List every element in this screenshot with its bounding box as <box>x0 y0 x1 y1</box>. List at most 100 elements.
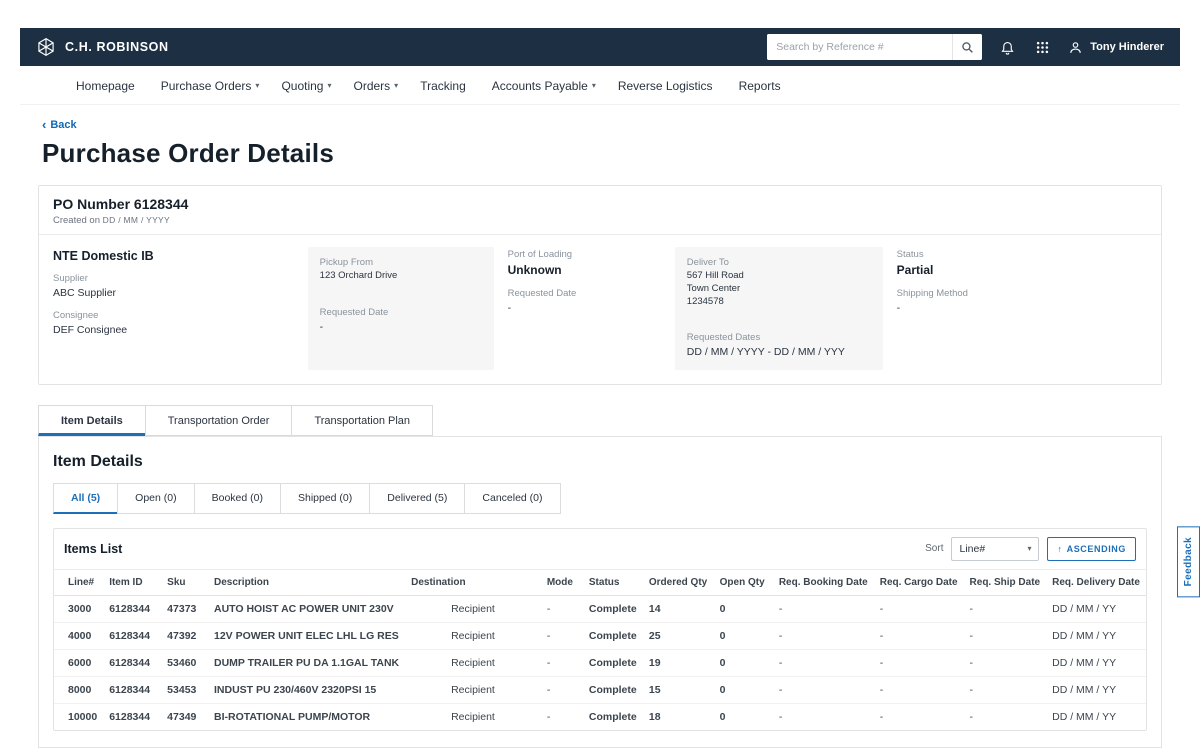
cell-line: 6000 <box>54 649 103 676</box>
cell-mode: - <box>541 622 583 649</box>
cell-req-booking-date: - <box>773 676 874 703</box>
cell-ordered-qty: 14 <box>643 595 714 622</box>
cell-item-id: 6128344 <box>103 622 161 649</box>
nav-item-accounts-payable[interactable]: Accounts Payable▾ <box>492 79 596 93</box>
feedback-button[interactable]: Feedback <box>1177 526 1200 597</box>
supplier-label: Supplier <box>53 273 294 284</box>
tab-transportation-plan[interactable]: Transportation Plan <box>291 405 433 436</box>
search-button[interactable] <box>952 34 982 60</box>
col-line: Line# <box>54 569 103 595</box>
nav-item-purchase-orders[interactable]: Purchase Orders▾ <box>161 79 260 93</box>
deliver-label: Deliver To <box>687 257 871 268</box>
nav-item-reverse-logistics[interactable]: Reverse Logistics <box>618 79 717 93</box>
cell-req-cargo-date: - <box>874 622 964 649</box>
nav-item-reports[interactable]: Reports <box>739 79 785 93</box>
deliver-panel: Deliver To 567 Hill Road Town Center 123… <box>675 247 883 370</box>
cell-status: Complete <box>583 703 643 730</box>
cell-description: BI-ROTATIONAL PUMP/MOTOR <box>208 703 405 730</box>
port-label: Port of Loading <box>508 249 661 260</box>
deliver-address-line2: Town Center <box>687 283 871 296</box>
cell-ordered-qty: 18 <box>643 703 714 730</box>
cell-status: Complete <box>583 649 643 676</box>
cell-ordered-qty: 25 <box>643 622 714 649</box>
col-status: Status <box>583 569 643 595</box>
user-menu[interactable]: Tony Hinderer <box>1068 40 1164 55</box>
user-icon <box>1068 40 1083 55</box>
supplier-value: ABC Supplier <box>53 286 294 300</box>
chevron-left-icon: ‹ <box>42 118 46 131</box>
col-item-id: Item ID <box>103 569 161 595</box>
cell-item-id: 6128344 <box>103 649 161 676</box>
table-row[interactable]: 3000 6128344 47373 AUTO HOIST AC POWER U… <box>54 595 1146 622</box>
search-input[interactable] <box>767 34 952 60</box>
shipping-method-label: Shipping Method <box>897 288 1061 299</box>
sort-select[interactable]: Line# ▾ <box>951 537 1039 561</box>
col-req-delivery-date: Req. Delivery Date <box>1046 569 1146 595</box>
cell-req-delivery-date: DD / MM / YY <box>1046 703 1146 730</box>
col-req-booking-date: Req. Booking Date <box>773 569 874 595</box>
nav-item-orders[interactable]: Orders▾ <box>353 79 398 93</box>
cell-req-cargo-date: - <box>874 595 964 622</box>
nav-item-homepage[interactable]: Homepage <box>76 79 139 93</box>
cell-req-delivery-date: DD / MM / YY <box>1046 649 1146 676</box>
table-row[interactable]: 8000 6128344 53453 INDUST PU 230/460V 23… <box>54 676 1146 703</box>
chevron-down-icon: ▾ <box>1027 544 1031 553</box>
table-row[interactable]: 6000 6128344 53460 DUMP TRAILER PU DA 1.… <box>54 649 1146 676</box>
po-grid: NTE Domestic IB Supplier ABC Supplier Co… <box>39 234 1161 384</box>
tab-item-details[interactable]: Item Details <box>38 405 146 436</box>
filter-delivered[interactable]: Delivered (5) <box>369 483 465 514</box>
status-filter-tabs: All (5) Open (0) Booked (0) Shipped (0) … <box>53 483 1147 514</box>
po-type: NTE Domestic IB <box>53 249 294 263</box>
col-mode: Mode <box>541 569 583 595</box>
back-link[interactable]: ‹ Back <box>42 118 77 131</box>
cell-req-booking-date: - <box>773 703 874 730</box>
cell-line: 4000 <box>54 622 103 649</box>
cell-sku: 47373 <box>161 595 208 622</box>
apps-grid-icon <box>1035 40 1050 55</box>
status-column: Status Partial Shipping Method - <box>897 247 1061 370</box>
filter-shipped[interactable]: Shipped (0) <box>280 483 370 514</box>
cell-description: INDUST PU 230/460V 2320PSI 15 <box>208 676 405 703</box>
po-created: Created on DD / MM / YYYY <box>53 215 1147 226</box>
cell-line: 10000 <box>54 703 103 730</box>
table-row[interactable]: 4000 6128344 47392 12V POWER UNIT ELEC L… <box>54 622 1146 649</box>
cell-destination: Recipient <box>405 649 541 676</box>
brand-home-link[interactable]: C.H. ROBINSON <box>36 37 169 57</box>
deliver-address-line1: 567 Hill Road <box>687 270 871 283</box>
cell-mode: - <box>541 595 583 622</box>
cell-ordered-qty: 19 <box>643 649 714 676</box>
cell-ordered-qty: 15 <box>643 676 714 703</box>
deliver-requested-dates-label: Requested Dates <box>687 332 871 343</box>
po-parties-column: NTE Domestic IB Supplier ABC Supplier Co… <box>53 247 294 370</box>
bell-icon <box>1000 40 1015 55</box>
pickup-requested-date-value: - <box>320 320 482 334</box>
nav-item-quoting[interactable]: Quoting▾ <box>281 79 331 93</box>
nav-label: Reports <box>739 79 781 93</box>
apps-button[interactable] <box>1033 38 1052 57</box>
cell-req-cargo-date: - <box>874 676 964 703</box>
filter-booked[interactable]: Booked (0) <box>194 483 281 514</box>
cell-item-id: 6128344 <box>103 676 161 703</box>
notifications-button[interactable] <box>998 38 1017 57</box>
pickup-panel: Pickup From 123 Orchard Drive Requested … <box>308 247 494 370</box>
cell-destination: Recipient <box>405 703 541 730</box>
filter-open[interactable]: Open (0) <box>117 483 194 514</box>
app-root: C.H. ROBINSON <box>20 28 1180 748</box>
cell-req-delivery-date: DD / MM / YY <box>1046 676 1146 703</box>
cell-sku: 47392 <box>161 622 208 649</box>
status-label: Status <box>897 249 1061 260</box>
brand-name: C.H. ROBINSON <box>65 40 169 54</box>
filter-all[interactable]: All (5) <box>53 483 118 514</box>
po-created-value: DD / MM / YYYY <box>103 215 170 225</box>
nav-item-tracking[interactable]: Tracking <box>420 79 470 93</box>
po-created-label: Created on <box>53 215 100 226</box>
consignee-value: DEF Consignee <box>53 323 294 337</box>
status-badge: Partial <box>897 262 1061 278</box>
cell-item-id: 6128344 <box>103 595 161 622</box>
filter-canceled[interactable]: Canceled (0) <box>464 483 560 514</box>
tab-transportation-order[interactable]: Transportation Order <box>145 405 293 436</box>
sort-direction-button[interactable]: ↑ ASCENDING <box>1047 537 1136 561</box>
cell-req-booking-date: - <box>773 595 874 622</box>
col-ordered-qty: Ordered Qty <box>643 569 714 595</box>
table-row[interactable]: 10000 6128344 47349 BI-ROTATIONAL PUMP/M… <box>54 703 1146 730</box>
